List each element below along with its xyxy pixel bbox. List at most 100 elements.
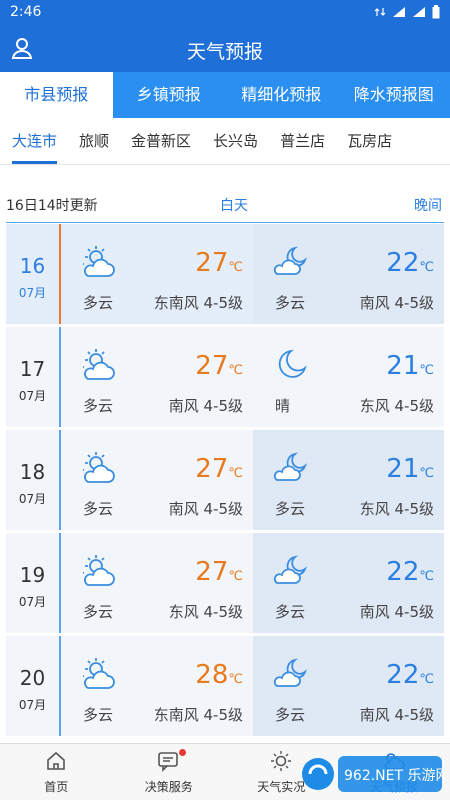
title-bar: 天气预报 — [0, 26, 450, 72]
city-tab-jinpu[interactable]: 金普新区 — [131, 118, 191, 164]
partly-cloudy-day-icon — [83, 246, 115, 277]
nav-decision-service[interactable]: 决策服务 — [113, 744, 226, 800]
status-time: 2:46 — [10, 4, 42, 20]
night-condition: 多云 — [275, 294, 306, 312]
night-forecast: 21℃ 晴 东风 4-5级 — [253, 327, 444, 427]
city-tab-wafangdian[interactable]: 瓦房店 — [347, 118, 392, 164]
forecast-row: 16 07月 27℃ 多云 东南风 4-5级 22℃ 多云 南风 4-5级 — [6, 224, 444, 324]
night-temperature: 22℃ — [386, 248, 434, 278]
forecast-list: 16 07月 27℃ 多云 东南风 4-5级 22℃ 多云 南风 4-5级 17… — [6, 224, 444, 739]
forecast-row: 17 07月 27℃ 多云 南风 4-5级 21℃ 晴 东风 4-5级 — [6, 327, 444, 427]
night-forecast: 21℃ 多云 东风 4-5级 — [253, 430, 444, 530]
moon-icon — [278, 349, 307, 378]
date-day: 16 — [19, 254, 46, 278]
tab-town-forecast[interactable]: 乡镇预报 — [113, 72, 226, 118]
day-wind: 东风 4-5级 — [168, 603, 243, 621]
night-wind: 南风 4-5级 — [359, 294, 434, 312]
night-condition: 多云 — [275, 500, 306, 518]
battery-icon — [432, 5, 440, 19]
nav-home[interactable]: 首页 — [0, 744, 113, 800]
tab-fine-forecast[interactable]: 精细化预报 — [225, 72, 338, 118]
night-condition: 晴 — [275, 397, 291, 415]
night-wind: 东风 4-5级 — [359, 500, 434, 518]
forecast-tabs: 市县预报 乡镇预报 精细化预报 降水预报图 — [0, 72, 450, 118]
forecast-date: 19 07月 — [6, 533, 59, 633]
night-wind: 南风 4-5级 — [359, 603, 434, 621]
update-time: 16日14时更新 — [6, 198, 98, 214]
night-wind: 南风 4-5级 — [359, 706, 434, 724]
forecast-row: 19 07月 27℃ 多云 东风 4-5级 22℃ 多云 南风 4-5级 — [6, 533, 444, 633]
night-temperature: 21℃ — [386, 351, 434, 381]
partly-cloudy-night-icon — [273, 658, 308, 687]
message-icon — [157, 752, 178, 772]
night-column-label: 晚间 — [414, 198, 442, 214]
city-tab-lvshun[interactable]: 旅顺 — [79, 118, 109, 164]
day-condition: 多云 — [83, 706, 114, 724]
day-temperature: 27℃ — [195, 557, 243, 587]
date-month: 07月 — [18, 595, 47, 609]
forecast-header: 16日14时更新 白天 晚间 — [6, 190, 444, 223]
signal-icon — [393, 7, 405, 17]
day-column-label: 白天 — [220, 198, 248, 214]
date-month: 07月 — [18, 698, 47, 712]
forecast-date: 17 07月 — [6, 327, 59, 427]
watermark-logo: 962.NET 乐游网 — [302, 756, 444, 792]
night-temperature: 21℃ — [386, 454, 434, 484]
night-condition: 多云 — [275, 603, 306, 621]
partly-cloudy-day-icon — [83, 452, 115, 483]
status-bar: 2:46 — [0, 0, 450, 26]
home-icon — [47, 751, 66, 770]
day-wind: 东南风 4-5级 — [153, 294, 243, 312]
nav-decision-label: 决策服务 — [144, 780, 193, 794]
day-temperature: 27℃ — [195, 351, 243, 381]
date-month: 07月 — [18, 389, 47, 403]
partly-cloudy-day-icon — [83, 349, 115, 380]
forecast-row: 20 07月 28℃ 多云 东南风 4-5级 22℃ 多云 南风 4-5级 — [6, 636, 444, 736]
city-tab-dalian[interactable]: 大连市 — [12, 118, 58, 164]
day-forecast: 27℃ 多云 南风 4-5级 — [61, 327, 253, 427]
day-temperature: 28℃ — [195, 660, 243, 690]
watermark-text: 962.NET 乐游网 — [344, 768, 444, 784]
status-icons — [374, 5, 440, 19]
date-month: 07月 — [18, 286, 47, 300]
night-wind: 东风 4-5级 — [359, 397, 434, 415]
notification-dot — [178, 749, 186, 756]
date-month: 07月 — [18, 492, 47, 506]
day-condition: 多云 — [83, 500, 114, 518]
day-forecast: 27℃ 多云 南风 4-5级 — [61, 430, 253, 530]
tab-precip-map[interactable]: 降水预报图 — [338, 72, 450, 118]
day-temperature: 27℃ — [195, 454, 243, 484]
city-tab-changxingdao[interactable]: 长兴岛 — [213, 118, 258, 164]
forecast-date: 18 07月 — [6, 430, 59, 530]
page-title: 天气预报 — [186, 41, 263, 63]
day-wind: 南风 4-5级 — [168, 397, 243, 415]
partly-cloudy-day-icon — [83, 658, 115, 689]
night-temperature: 22℃ — [386, 660, 434, 690]
night-condition: 多云 — [275, 706, 306, 724]
night-forecast: 22℃ 多云 南风 4-5级 — [253, 533, 444, 633]
date-day: 17 — [19, 357, 46, 381]
forecast-date: 20 07月 — [6, 636, 59, 736]
partly-cloudy-night-icon — [273, 246, 308, 275]
partly-cloudy-night-icon — [273, 452, 308, 481]
day-forecast: 27℃ 多云 东风 4-5级 — [61, 533, 253, 633]
day-condition: 多云 — [83, 397, 114, 415]
date-day: 19 — [19, 563, 46, 587]
forecast-date: 16 07月 — [6, 224, 59, 324]
city-tab-pulandian[interactable]: 普兰店 — [280, 118, 325, 164]
sun-icon — [271, 751, 292, 771]
day-forecast: 28℃ 多云 东南风 4-5级 — [61, 636, 253, 736]
day-condition: 多云 — [83, 294, 114, 312]
partly-cloudy-day-icon — [83, 555, 115, 586]
city-selector: 大连市 旅顺 金普新区 长兴岛 普兰店 瓦房店 — [0, 118, 450, 165]
date-day: 20 — [19, 666, 46, 690]
day-wind: 南风 4-5级 — [168, 500, 243, 518]
network-icon — [374, 8, 386, 16]
tab-county-forecast[interactable]: 市县预报 — [0, 72, 113, 118]
night-forecast: 22℃ 多云 南风 4-5级 — [253, 224, 444, 324]
night-temperature: 22℃ — [386, 557, 434, 587]
day-wind: 东南风 4-5级 — [153, 706, 243, 724]
forecast-row: 18 07月 27℃ 多云 南风 4-5级 21℃ 多云 东风 4-5级 — [6, 430, 444, 530]
nav-home-label: 首页 — [44, 780, 69, 794]
day-forecast: 27℃ 多云 东南风 4-5级 — [61, 224, 253, 324]
